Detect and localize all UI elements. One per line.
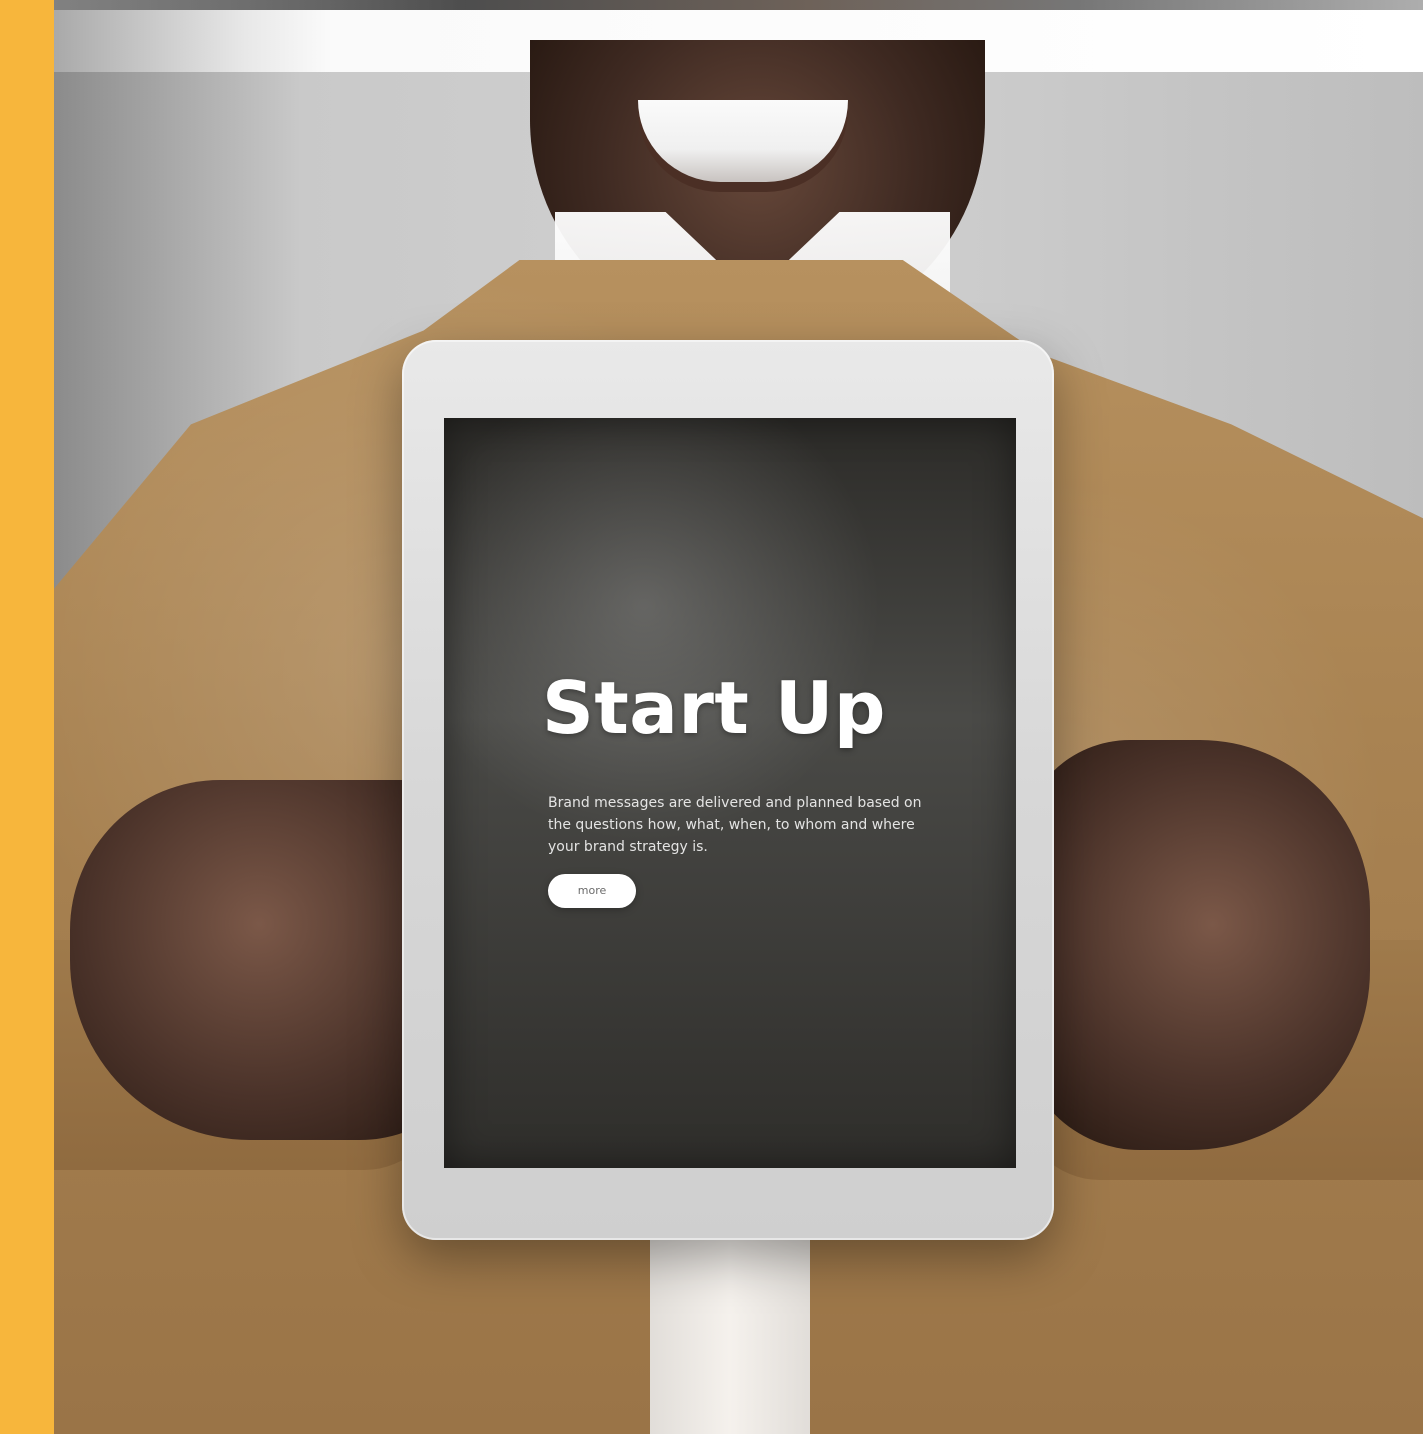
right-hand xyxy=(1020,740,1370,1150)
top-edge xyxy=(54,0,1423,10)
screen-more-button[interactable]: more xyxy=(548,874,636,908)
screen-title: Start Up xyxy=(542,666,886,750)
screen-body: Brand messages are delivered and planned… xyxy=(548,795,922,855)
accent-bar xyxy=(0,0,54,1434)
tablet-screen: Start Up Brand messages are delivered an… xyxy=(444,418,1016,1168)
photo-scene: Start Up Brand messages are delivered an… xyxy=(0,0,1423,1434)
